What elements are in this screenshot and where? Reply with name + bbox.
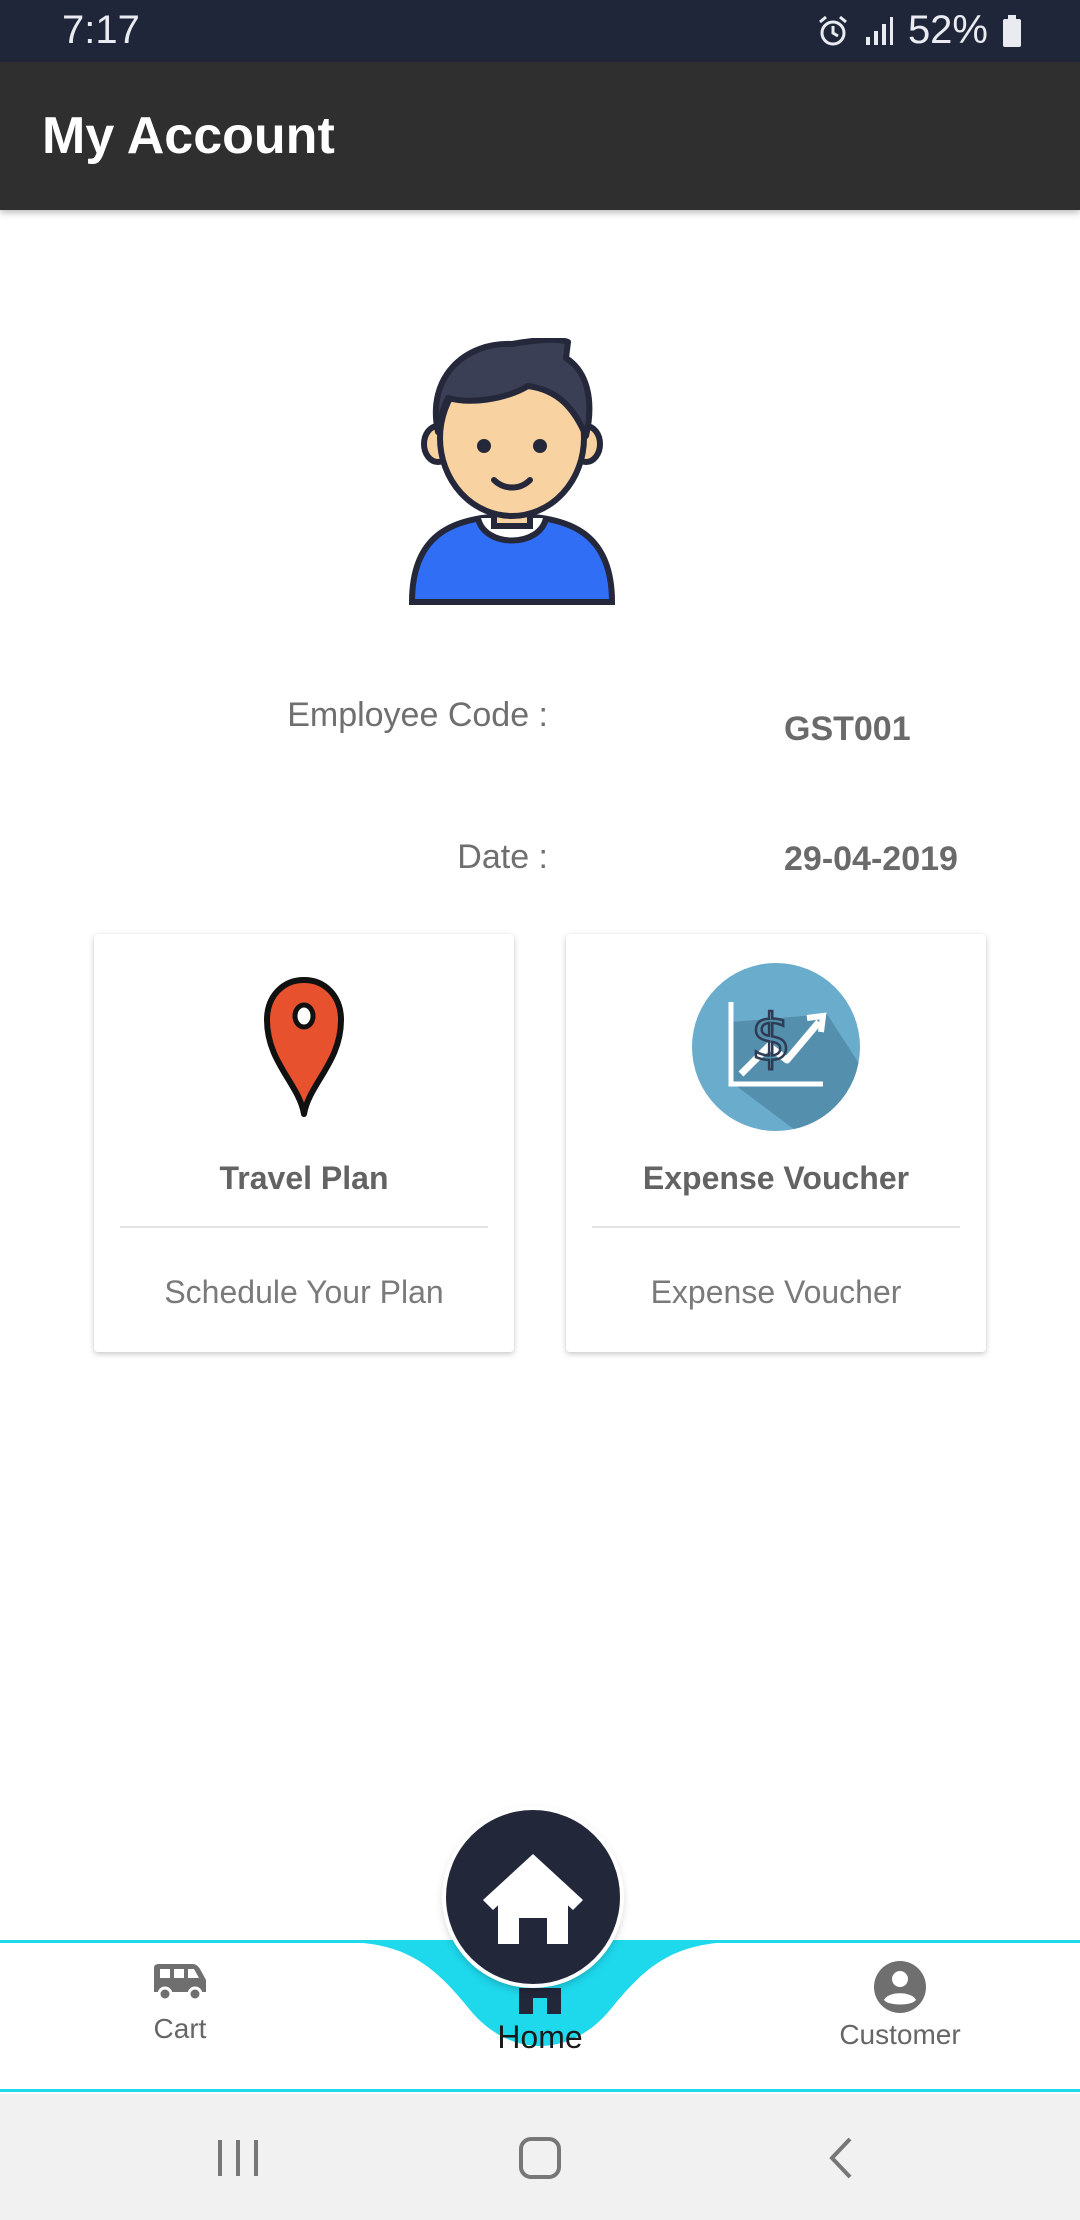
back-icon[interactable] (826, 2136, 856, 2180)
home-icon (519, 1988, 561, 2014)
system-navigation-bar (0, 2094, 1080, 2220)
account-circle-icon (874, 1961, 926, 2013)
home-icon (483, 1854, 583, 1944)
dollar-chart-icon: $ (692, 963, 860, 1131)
divider (592, 1226, 960, 1228)
battery-percent: 52% (907, 8, 988, 52)
battery-icon (1003, 14, 1021, 47)
svg-text:$: $ (751, 1002, 792, 1076)
status-bar: 7:17 52% (0, 0, 1080, 62)
signal-icon (865, 16, 893, 45)
employee-code-label: Employee Code : (287, 696, 548, 734)
card-title: Expense Voucher (642, 1160, 910, 1196)
card-title: Travel Plan (219, 1160, 389, 1196)
nav-label-customer: Customer (839, 2019, 961, 2050)
card-subtitle: Expense Voucher (650, 1274, 902, 1310)
alarm-icon (818, 15, 847, 45)
van-icon (154, 1964, 206, 2002)
employee-code-value: GST001 (784, 710, 911, 748)
nav-item-customer[interactable]: Customer (800, 1960, 1000, 2051)
app-bar: My Account (0, 62, 1080, 210)
status-time: 7:17 (62, 8, 140, 52)
nav-label-home: Home (497, 2019, 583, 2055)
divider (120, 1226, 488, 1228)
card-subtitle: Schedule Your Plan (164, 1274, 444, 1310)
home-system-icon[interactable] (518, 2136, 562, 2180)
map-pin-icon (264, 977, 344, 1117)
home-fab-button[interactable] (446, 1810, 620, 1984)
status-icons: 52% (816, 8, 1022, 53)
nav-item-cart[interactable]: Cart (80, 1960, 280, 2045)
travel-plan-card[interactable]: Travel Plan Schedule Your Plan (94, 934, 514, 1352)
page-title: My Account (42, 107, 335, 165)
avatar (408, 338, 616, 605)
date-value: 29-04-2019 (784, 840, 958, 878)
recent-apps-icon[interactable] (216, 2138, 260, 2178)
date-label: Date : (457, 838, 548, 876)
expense-voucher-card[interactable]: $ Expense Voucher Expense Voucher (566, 934, 986, 1352)
nav-item-home[interactable]: Home (440, 1988, 640, 2056)
nav-label-cart: Cart (153, 2013, 207, 2044)
